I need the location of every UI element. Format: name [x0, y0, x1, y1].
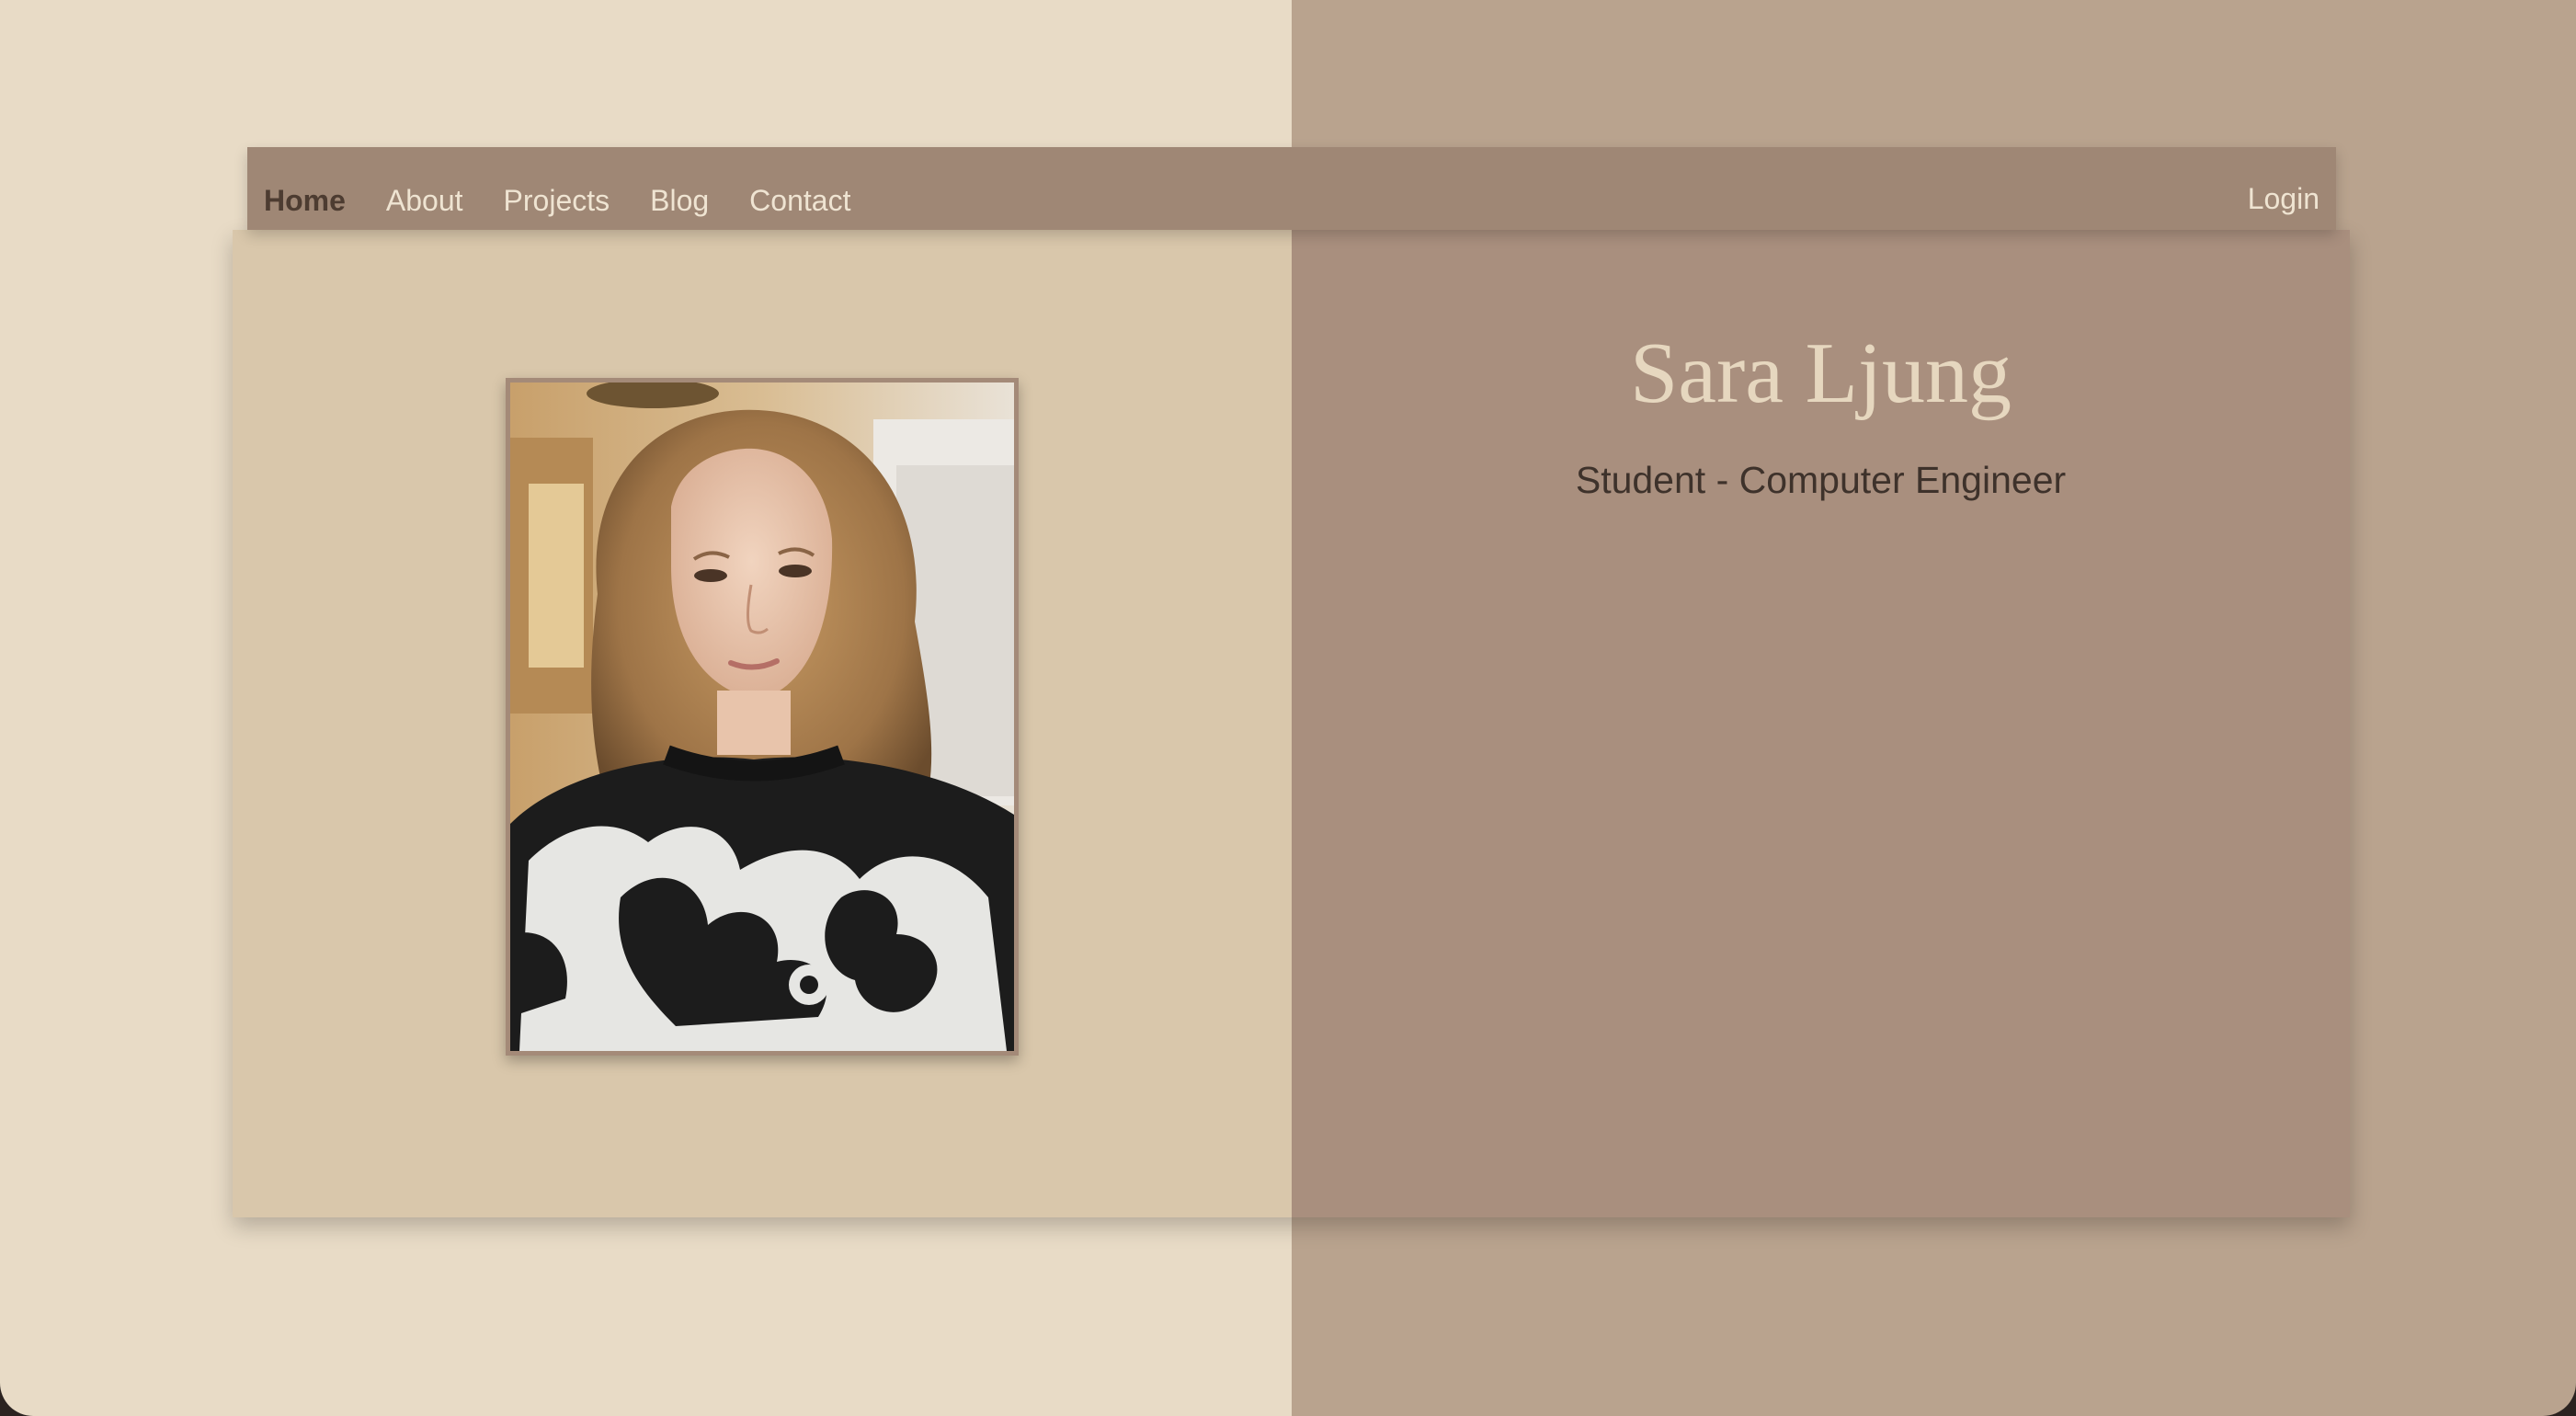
nav-about-link[interactable]: About — [386, 186, 463, 215]
page: Home About Projects Blog Contact Login S… — [0, 0, 2576, 1416]
nav-links: Home About Projects Blog Contact — [264, 147, 850, 230]
login-link[interactable]: Login — [2248, 147, 2320, 230]
nav-blog-link[interactable]: Blog — [650, 186, 709, 215]
profile-name: Sara Ljung — [1629, 325, 2012, 421]
profile-title: Student - Computer Engineer — [1575, 459, 2067, 501]
nav-projects-link[interactable]: Projects — [504, 186, 610, 215]
hero-photo-panel — [233, 230, 1292, 1217]
hero-text-panel: Sara Ljung Student - Computer Engineer — [1292, 230, 2350, 1217]
navbar: Home About Projects Blog Contact Login — [247, 147, 2336, 230]
profile-photo — [510, 383, 1014, 1051]
profile-photo-frame — [506, 378, 1019, 1056]
nav-home-link[interactable]: Home — [264, 186, 346, 215]
nav-contact-link[interactable]: Contact — [749, 186, 850, 215]
hero-card: Sara Ljung Student - Computer Engineer — [233, 230, 2350, 1217]
